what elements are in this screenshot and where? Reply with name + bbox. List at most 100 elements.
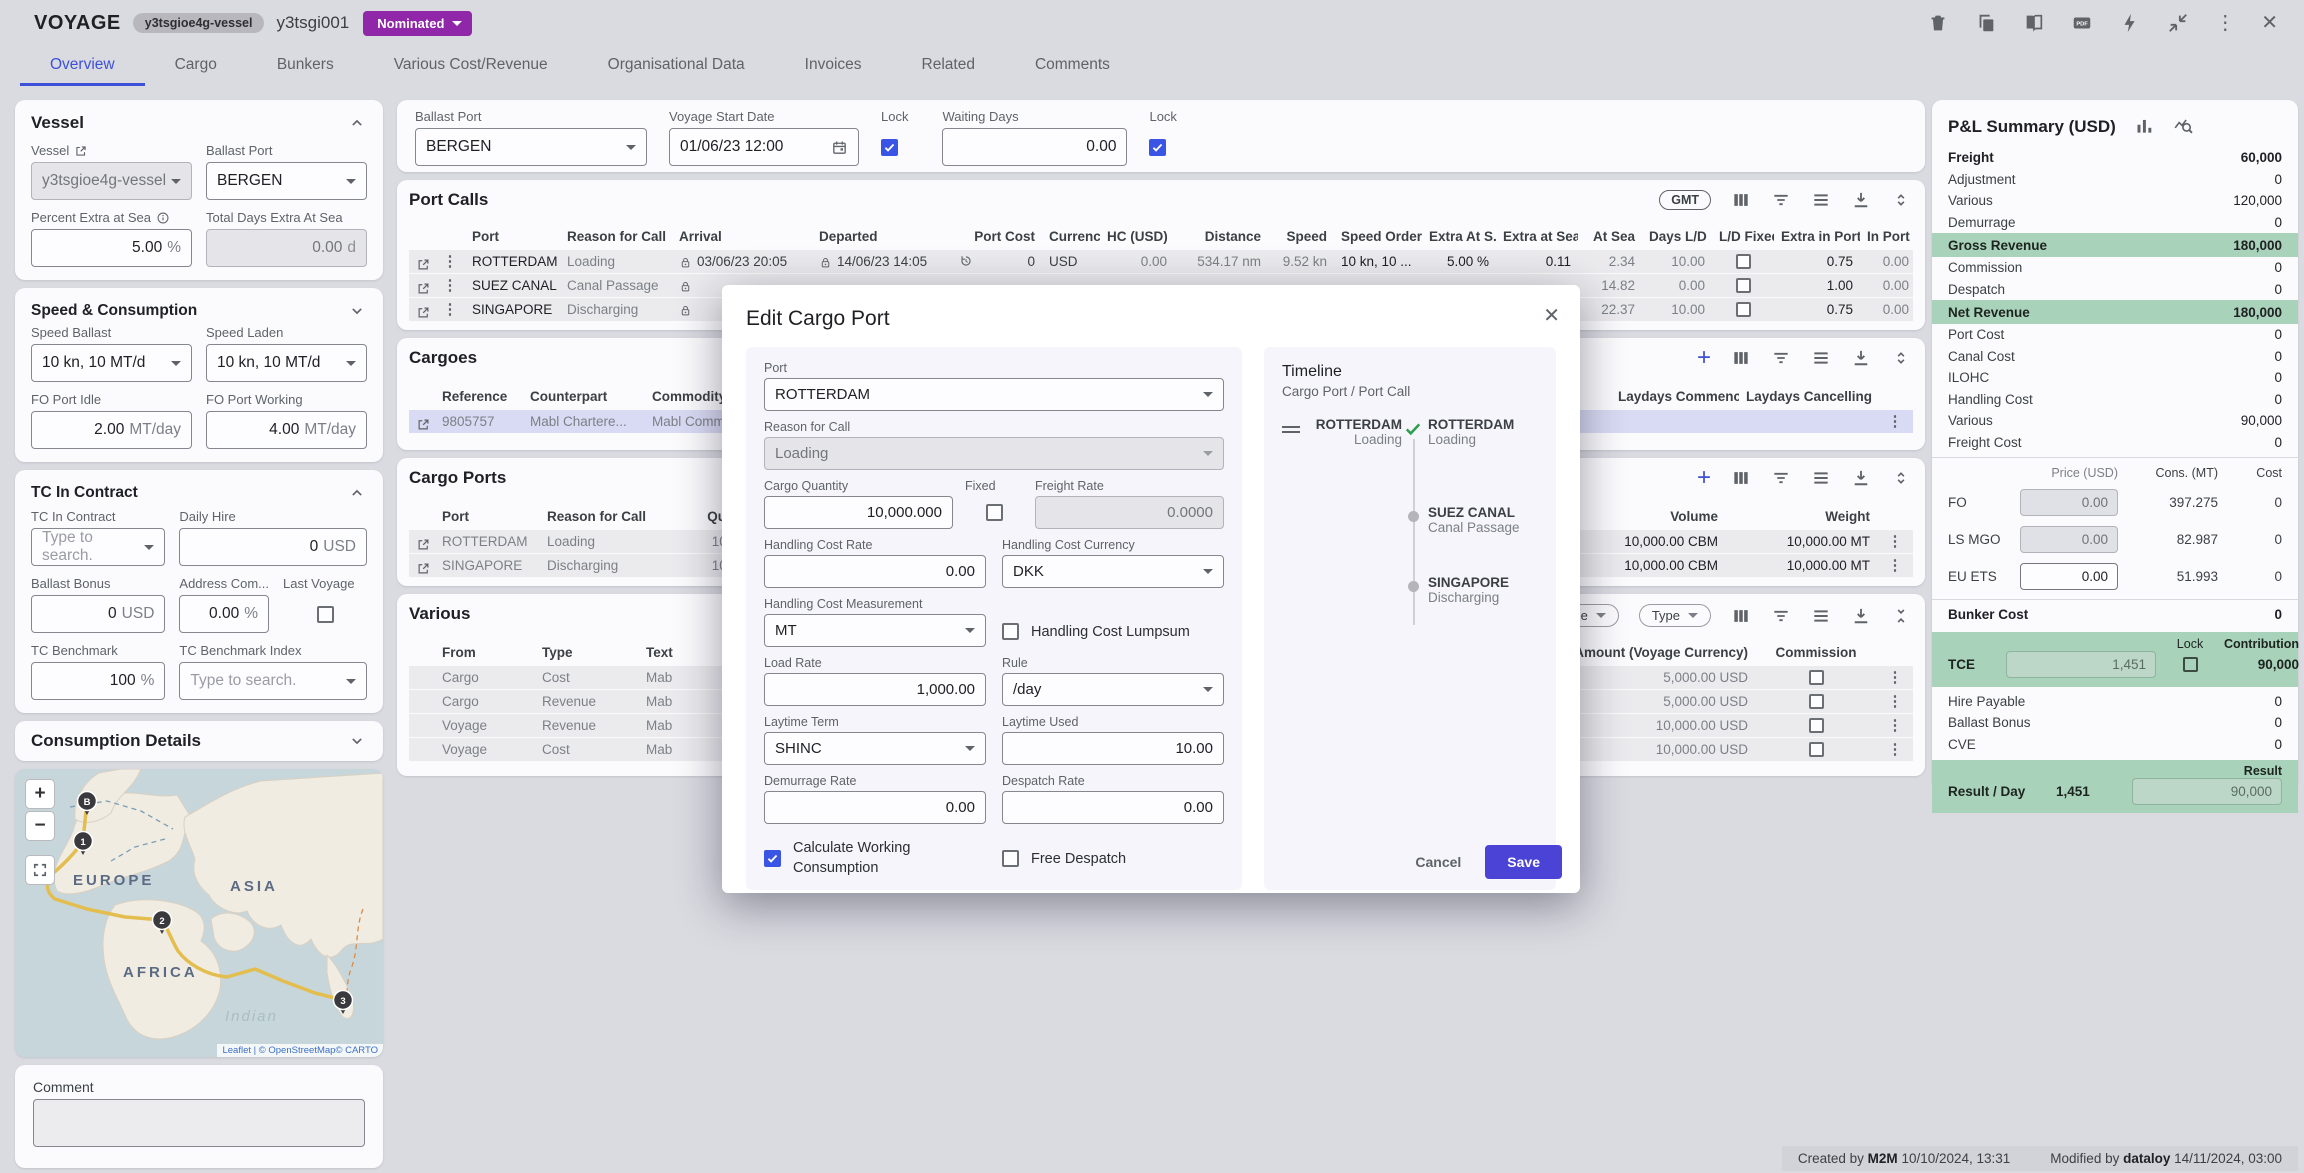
ballast-bonus-input[interactable]: 0USD	[31, 595, 165, 633]
map-fullscreen-button[interactable]	[25, 855, 55, 885]
gmt-badge[interactable]: GMT	[1659, 190, 1711, 210]
ld-fixed-checkbox[interactable]	[1736, 302, 1751, 317]
row-menu-icon[interactable]: ⋮	[1877, 410, 1913, 433]
open-row-icon[interactable]	[416, 257, 431, 272]
collapse-table-icon[interactable]	[1891, 190, 1911, 210]
download-icon[interactable]	[1851, 190, 1871, 210]
columns-icon[interactable]	[1731, 468, 1751, 488]
row-density-icon[interactable]	[1811, 468, 1831, 488]
free-despatch-checkbox[interactable]	[1002, 850, 1019, 867]
pdf-export-icon[interactable]	[2071, 12, 2093, 34]
handling-cost-rate-input[interactable]: 0.00	[764, 555, 986, 588]
timeline-cargo-port[interactable]: ROTTERDAM Loading	[1310, 417, 1402, 447]
compare-icon[interactable]	[2023, 12, 2045, 34]
voyage-start-lock-checkbox[interactable]	[881, 139, 898, 156]
tce-lock-checkbox[interactable]	[2183, 657, 2198, 672]
waiting-days-lock-checkbox[interactable]	[1149, 139, 1166, 156]
open-row-icon[interactable]	[416, 561, 431, 576]
tab-related[interactable]: Related	[892, 46, 1005, 86]
open-row-icon[interactable]	[416, 537, 431, 552]
add-cargo-button[interactable]: +	[1697, 348, 1711, 368]
columns-icon[interactable]	[1731, 190, 1751, 210]
open-row-icon[interactable]	[416, 305, 431, 320]
waiting-days-input[interactable]: 0.00	[942, 128, 1127, 166]
open-vessel-icon[interactable]	[74, 144, 88, 158]
laytime-used-input[interactable]: 10.00	[1002, 732, 1224, 765]
row-menu-icon[interactable]: ⋮	[1877, 666, 1913, 689]
open-row-icon[interactable]	[416, 417, 431, 432]
percent-extra-at-sea-input[interactable]: 5.00%	[31, 229, 192, 267]
tab-cargo[interactable]: Cargo	[145, 46, 247, 86]
tab-bunkers[interactable]: Bunkers	[247, 46, 364, 86]
comment-input[interactable]	[33, 1099, 365, 1147]
row-menu-icon[interactable]: ⋮	[1877, 738, 1913, 761]
commission-checkbox[interactable]	[1809, 742, 1824, 757]
add-cargo-port-button[interactable]: +	[1697, 468, 1711, 488]
row-menu-icon[interactable]: ⋮	[1877, 530, 1913, 553]
modal-close-icon[interactable]: ✕	[1543, 303, 1560, 328]
collapse-window-icon[interactable]	[2167, 12, 2189, 34]
cancel-button[interactable]: Cancel	[1397, 845, 1479, 879]
row-menu-icon[interactable]: ⋮	[1877, 714, 1913, 737]
cargo-quantity-input[interactable]: 10,000.000	[764, 496, 953, 529]
timeline-port-call[interactable]: ROTTERDAM Loading	[1428, 417, 1558, 447]
bar-chart-icon[interactable]	[2134, 116, 2155, 137]
handling-cost-measurement-select[interactable]: MT	[764, 614, 986, 647]
laytime-term-select[interactable]: SHINC	[764, 732, 986, 765]
collapse-speed-icon[interactable]	[347, 301, 367, 321]
collapse-consumption-icon[interactable]	[347, 731, 367, 751]
address-commission-input[interactable]: 0.00%	[179, 595, 269, 633]
save-button[interactable]: Save	[1485, 845, 1562, 879]
port-call-row[interactable]: ⋮ ROTTERDAM Loading 03/06/23 20:05 14/06…	[409, 250, 1913, 274]
tab-comments[interactable]: Comments	[1005, 46, 1140, 86]
timeline-port-call[interactable]: SUEZ CANAL Canal Passage	[1428, 505, 1558, 535]
voyage-start-date-input[interactable]: 01/06/23 12:00	[669, 128, 859, 166]
ld-fixed-checkbox[interactable]	[1736, 254, 1751, 269]
daily-hire-input[interactable]: 0USD	[179, 528, 367, 566]
despatch-rate-input[interactable]: 0.00	[1002, 791, 1224, 824]
voyage-map[interactable]: EUROPE ASIA AFRICA Indian B 1 2 3 + − Le…	[15, 769, 383, 1057]
row-density-icon[interactable]	[1811, 190, 1831, 210]
download-icon[interactable]	[1851, 606, 1871, 626]
main-ballast-port-select[interactable]: BERGEN	[415, 128, 647, 166]
tc-benchmark-input[interactable]: 100%	[31, 662, 165, 700]
map-zoom-out-button[interactable]: −	[25, 811, 55, 841]
vessel-select[interactable]: y3tsgioe4g-vessel	[31, 162, 192, 200]
row-menu-icon[interactable]: ⋮	[435, 250, 465, 273]
tc-benchmark-index-select[interactable]: Type to search.	[179, 662, 367, 700]
open-row-icon[interactable]	[416, 281, 431, 296]
row-menu-icon[interactable]: ⋮	[435, 274, 465, 297]
fo-port-working-input[interactable]: 4.00MT/day	[206, 411, 367, 449]
fixed-checkbox[interactable]	[986, 504, 1003, 521]
row-density-icon[interactable]	[1811, 606, 1831, 626]
row-density-icon[interactable]	[1811, 348, 1831, 368]
ballast-port-select[interactable]: BERGEN	[206, 162, 367, 200]
calculate-working-consumption-checkbox[interactable]	[764, 850, 781, 867]
calendar-icon[interactable]	[831, 139, 848, 156]
collapse-tc-icon[interactable]	[347, 483, 367, 503]
tab-invoices[interactable]: Invoices	[775, 46, 892, 86]
close-icon[interactable]: ✕	[2261, 12, 2278, 34]
more-menu-icon[interactable]: ⋮	[2215, 12, 2235, 34]
download-icon[interactable]	[1851, 468, 1871, 488]
drag-handle[interactable]	[1282, 423, 1300, 436]
collapse-table-icon[interactable]	[1891, 348, 1911, 368]
commission-checkbox[interactable]	[1809, 694, 1824, 709]
tab-various-cost-revenue[interactable]: Various Cost/Revenue	[364, 46, 578, 86]
filter-icon[interactable]	[1771, 606, 1791, 626]
filter-icon[interactable]	[1771, 468, 1791, 488]
delete-icon[interactable]	[1927, 12, 1949, 34]
load-rate-input[interactable]: 1,000.00	[764, 673, 986, 706]
map-zoom-in-button[interactable]: +	[25, 779, 55, 809]
copy-icon[interactable]	[1975, 12, 1997, 34]
port-select[interactable]: ROTTERDAM	[764, 378, 1224, 411]
collapse-table-icon[interactable]	[1891, 468, 1911, 488]
commission-checkbox[interactable]	[1809, 670, 1824, 685]
handling-cost-lumpsum-checkbox[interactable]	[1002, 623, 1019, 640]
tab-organisational-data[interactable]: Organisational Data	[578, 46, 775, 86]
row-menu-icon[interactable]: ⋮	[1877, 690, 1913, 713]
row-menu-icon[interactable]: ⋮	[435, 298, 465, 321]
timeline-port-call[interactable]: SINGAPORE Discharging	[1428, 575, 1558, 605]
speed-laden-select[interactable]: 10 kn, 10 MT/d	[206, 344, 367, 382]
speed-ballast-select[interactable]: 10 kn, 10 MT/d	[31, 344, 192, 382]
